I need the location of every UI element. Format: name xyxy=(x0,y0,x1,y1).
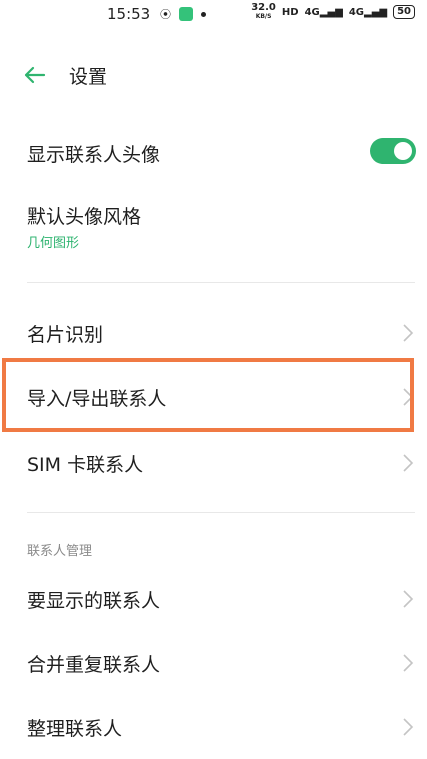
setting-merge-duplicates[interactable]: 合并重复联系人 xyxy=(0,646,427,680)
setting-label: 默认头像风格 xyxy=(27,206,142,228)
hd-icon: HD xyxy=(281,6,299,18)
status-notification-icons: ⦿ xyxy=(160,6,206,22)
setting-label: 要显示的联系人 xyxy=(27,590,161,612)
setting-business-card[interactable]: 名片识别 xyxy=(0,316,427,350)
setting-sim-contacts[interactable]: SIM 卡联系人 xyxy=(0,446,427,480)
network-speed: 32.0 KB/S xyxy=(251,2,276,21)
status-system-icons: 32.0 KB/S HD 4G▂▄▆ 4G▂▄▆ 50 xyxy=(251,3,415,21)
app-notification-icon xyxy=(179,7,193,21)
chevron-right-icon xyxy=(403,718,414,736)
chevron-right-icon xyxy=(403,654,414,672)
setting-label: SIM 卡联系人 xyxy=(27,454,144,476)
setting-label: 合并重复联系人 xyxy=(27,654,161,676)
signal-icon-1: 4G▂▄▆ xyxy=(304,6,343,18)
nfc-icon: ⦿ xyxy=(160,8,171,21)
setting-label: 整理联系人 xyxy=(27,718,123,740)
setting-organize-contacts[interactable]: 整理联系人 xyxy=(0,710,427,744)
setting-label: 名片识别 xyxy=(27,324,104,346)
show-avatar-toggle[interactable] xyxy=(370,138,416,164)
chevron-right-icon xyxy=(403,590,414,608)
chevron-right-icon xyxy=(403,324,414,342)
setting-show-avatar[interactable]: 显示联系人头像 xyxy=(0,136,427,170)
battery-icon: 50 xyxy=(393,5,415,19)
setting-avatar-style[interactable]: 默认头像风格 几何图形 xyxy=(0,198,427,258)
section-header: 联系人管理 xyxy=(27,544,93,559)
setting-label: 显示联系人头像 xyxy=(27,144,161,166)
status-bar: 15:53 ⦿ 32.0 KB/S HD 4G▂▄▆ 4G▂▄▆ 50 xyxy=(0,0,427,28)
toggle-knob xyxy=(394,142,412,160)
page-title: 设置 xyxy=(69,66,108,88)
highlight-box xyxy=(2,358,414,432)
divider xyxy=(27,282,415,283)
back-arrow-icon[interactable] xyxy=(22,62,48,88)
app-header: 设置 xyxy=(0,56,427,96)
chevron-right-icon xyxy=(403,454,414,472)
setting-contacts-to-display[interactable]: 要显示的联系人 xyxy=(0,582,427,616)
status-time: 15:53 xyxy=(107,5,151,23)
divider xyxy=(27,512,415,513)
more-notifications-icon xyxy=(201,11,206,17)
signal-icon-2: 4G▂▄▆ xyxy=(348,6,388,18)
setting-value: 几何图形 xyxy=(27,236,80,251)
